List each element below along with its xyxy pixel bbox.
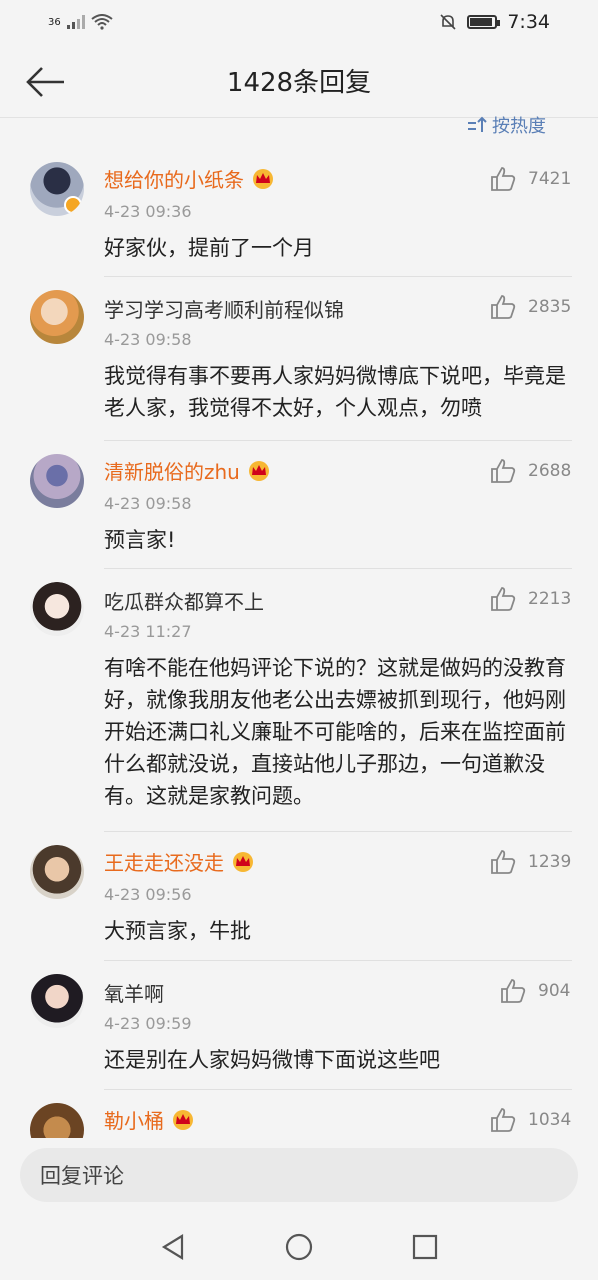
sort-label: 按热度 [492,116,546,137]
nav-recents-button[interactable] [410,1232,440,1262]
comment-text: 有啥不能在他妈评论下说的？这就是做妈的没教育好，就像我朋友他老公出去嫖被抓到现行… [104,656,566,808]
thumbs-up-icon [491,587,516,611]
thumbs-up-icon [491,850,516,874]
nav-back-button[interactable] [158,1232,188,1262]
thumbs-up-icon [491,459,516,483]
circle-home-icon [285,1233,313,1261]
comment-item: 氧羊啊 4-23 09:59 还是别在人家妈妈微博下面说这些吧 904 [0,960,598,1089]
thumbs-up-icon [491,167,516,191]
back-button[interactable] [24,62,68,102]
square-recents-icon [412,1234,438,1260]
like-count: 2835 [528,297,572,317]
comment-time: 4-23 09:58 [104,494,192,513]
comment-username[interactable]: 吃瓜群众都算不上 [104,586,264,615]
like-button[interactable]: 904 [500,978,570,1004]
divider [104,960,572,961]
mute-bell-icon [440,14,456,30]
comment-item: 清新脱俗的zhu 4-23 09:58 预言家! 2688 [0,440,598,568]
comment-text: 好家伙，提前了一个月 [104,236,314,260]
comment-username[interactable]: 氧羊啊 [104,978,164,1007]
divider [104,1089,572,1090]
like-count: 7421 [528,169,572,189]
crown-icon [173,1109,193,1130]
nav-home-button[interactable] [284,1232,314,1262]
crown-icon [233,851,253,872]
comment-list[interactable]: 想给你的小纸条 4-23 09:36 好家伙，提前了一个月 7421 学习学习高… [0,148,598,1138]
comment-username[interactable]: 勒小桶 [104,1105,196,1134]
like-button[interactable]: 2688 [490,458,571,484]
avatar[interactable] [30,454,84,508]
verified-badge-icon [64,196,82,214]
status-right: 7:34 [439,11,550,33]
reply-bar: 回复评论 [0,1138,598,1214]
comment-username[interactable]: 清新脱俗的zhu [104,456,272,485]
status-left: 36 [48,14,113,30]
thumbs-up-icon [501,979,526,1003]
like-count: 1034 [528,1110,572,1130]
reply-input[interactable]: 回复评论 [20,1148,578,1202]
comment-time: 4-23 11:27 [104,622,192,641]
comment-text: 我觉得有事不要再人家妈妈微博底下说吧，毕竟是老人家，我觉得不太好，个人观点，勿喷 [104,364,566,420]
thumbs-up-icon [491,295,516,319]
status-bar: 36 7:34 [0,0,598,44]
like-button[interactable]: 1034 [490,1107,571,1133]
comment-item: 勒小桶 1034 [0,1089,598,1138]
comment-time: 4-23 09:59 [104,1014,192,1033]
avatar[interactable] [30,1103,84,1138]
thumbs-up-icon [491,1108,516,1132]
avatar[interactable] [30,974,84,1028]
crown-icon [248,460,269,481]
crown-icon [253,168,273,189]
comment-time: 4-23 09:56 [104,885,192,904]
like-button[interactable]: 1239 [490,849,571,875]
comment-time: 4-23 09:58 [104,330,192,349]
avatar[interactable] [30,845,84,899]
system-nav-bar [0,1214,598,1280]
like-count: 1239 [528,852,572,872]
like-button[interactable]: 7421 [490,166,571,192]
comment-item: 想给你的小纸条 4-23 09:36 好家伙，提前了一个月 7421 [0,148,598,276]
divider [104,831,572,832]
triangle-back-icon [161,1234,184,1260]
clock: 7:34 [507,11,550,33]
back-arrow-icon [26,67,64,97]
comment-text: 预言家! [104,528,176,552]
like-count: 2688 [528,461,572,481]
signal-icon [66,15,85,29]
avatar[interactable] [30,162,84,216]
comment-text: 大预言家，牛批 [104,919,251,943]
like-button[interactable]: 2213 [490,586,571,612]
comment-username[interactable]: 学习学习高考顺利前程似锦 [104,294,344,323]
comment-time: 4-23 09:36 [104,202,192,221]
comment-item: 王走走还没走 4-23 09:56 大预言家，牛批 1239 [0,831,598,960]
battery-icon [467,15,501,29]
signal-label: 36 [48,16,61,28]
avatar[interactable] [30,582,84,636]
avatar[interactable] [30,290,84,344]
header: 1428条回复 [0,44,598,118]
comment-username[interactable]: 王走走还没走 [104,847,256,876]
wifi-icon [91,14,113,30]
comment-item: 学习学习高考顺利前程似锦 4-23 09:58 我觉得有事不要再人家妈妈微博底下… [0,276,598,440]
comment-text: 还是别在人家妈妈微博下面说这些吧 [104,1048,440,1072]
like-count: 2213 [528,589,572,609]
sort-by-hot-button[interactable]: 按热度 [466,112,546,138]
divider [104,276,572,277]
divider [104,440,572,441]
comment-item: 吃瓜群众都算不上 4-23 11:27 有啥不能在他妈评论下说的？这就是做妈的没… [0,568,598,831]
like-count: 904 [538,981,571,1001]
like-button[interactable]: 2835 [490,294,571,320]
comment-username[interactable]: 想给你的小纸条 [104,164,276,193]
sort-icon [468,116,487,132]
page-title: 1428条回复 [226,68,372,98]
reply-placeholder: 回复评论 [40,1164,124,1188]
divider [104,568,572,569]
